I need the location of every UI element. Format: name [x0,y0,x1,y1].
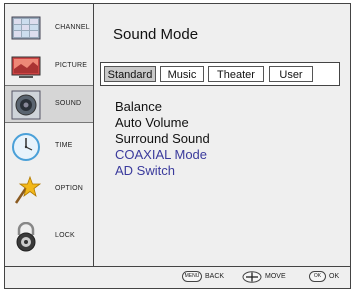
sidebar-item-lock[interactable]: LOCK [5,218,93,256]
tab-user[interactable]: User [269,66,313,82]
sidebar-item-label: OPTION [55,185,84,192]
sidebar-item-label: SOUND [55,100,82,107]
move-key-icon [242,271,262,283]
sidebar-item-label: CHANNEL [55,24,90,31]
sidebar-item-picture[interactable]: PICTURE [5,48,93,86]
picture-icon [11,56,41,78]
sidebar: CHANNEL PICTURE SOUND TIME OPTION LOCK [5,4,94,266]
back-hint: BACK [205,273,225,280]
sidebar-item-sound[interactable]: SOUND [5,85,93,123]
sidebar-item-label: PICTURE [55,62,88,69]
star-wand-icon [14,175,41,204]
sidebar-item-label: TIME [55,142,73,149]
menu-key-icon: MENU [182,271,202,282]
menu-item-surround-sound[interactable]: Surround Sound [115,131,210,147]
sound-menu-list: Balance Auto Volume Surround Sound COAXI… [115,99,210,179]
sidebar-item-option[interactable]: OPTION [5,171,93,209]
padlock-icon [16,222,36,252]
tab-standard[interactable]: Standard [104,66,156,82]
menu-item-coaxial-mode[interactable]: COAXIAL Mode [115,147,210,163]
move-hint: MOVE [265,273,286,280]
menu-item-balance[interactable]: Balance [115,99,210,115]
tv-grid-icon [11,16,41,40]
ok-key-icon: OK [309,271,326,282]
sidebar-item-time[interactable]: TIME [5,128,93,166]
page-title: Sound Mode [113,26,199,43]
main-panel: Sound Mode Standard Music Theater User B… [94,4,350,266]
ok-hint: OK [329,273,340,280]
tab-music[interactable]: Music [160,66,204,82]
menu-item-ad-switch[interactable]: AD Switch [115,163,210,179]
menu-item-auto-volume[interactable]: Auto Volume [115,115,210,131]
menu-window: CHANNEL PICTURE SOUND TIME OPTION LOCK S… [4,3,351,289]
sidebar-item-channel[interactable]: CHANNEL [5,10,93,48]
sound-mode-tabs: Standard Music Theater User [100,62,340,86]
sidebar-item-label: LOCK [55,232,75,239]
tab-theater[interactable]: Theater [208,66,264,82]
speaker-icon [11,90,41,120]
clock-icon [12,133,40,161]
hint-bar: MENU BACK MOVE OK OK [5,266,350,289]
